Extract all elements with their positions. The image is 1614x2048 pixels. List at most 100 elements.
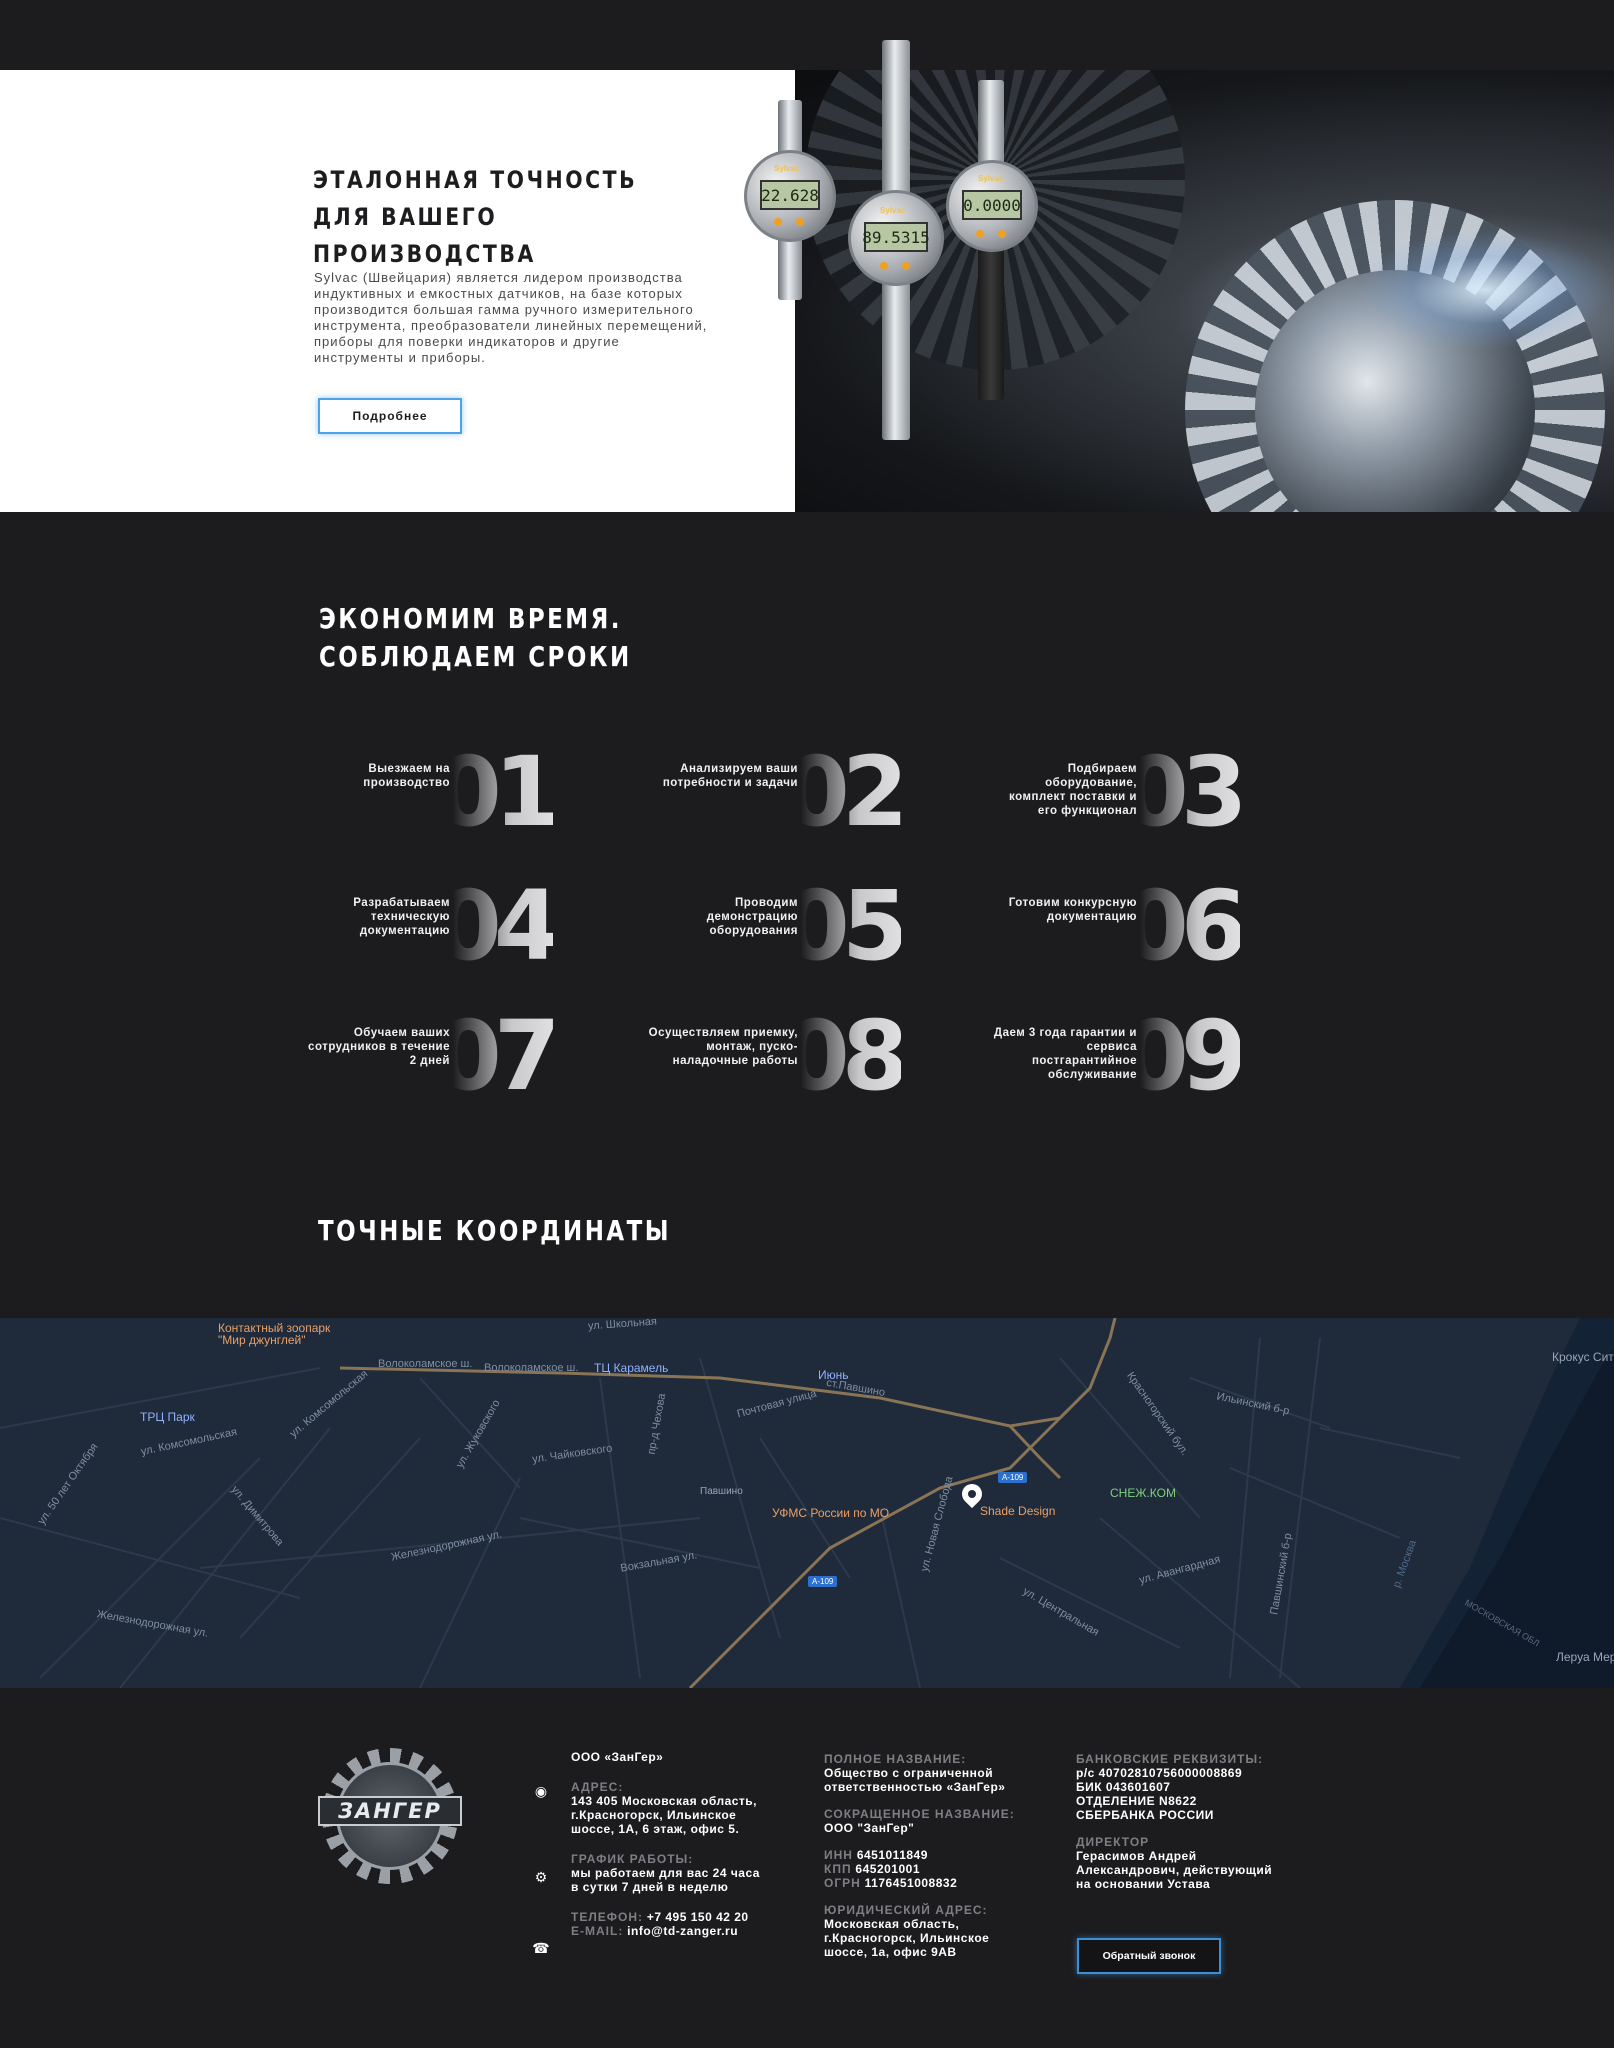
phone-label: ТЕЛЕФОН: (571, 1910, 643, 1924)
step-number: 02 (783, 736, 909, 848)
road-shield: A-109 (998, 1472, 1028, 1483)
location-pin-icon[interactable] (957, 1479, 987, 1512)
address-label: АДРЕС: (571, 1780, 624, 1794)
street-label: Волоколамское ш. (378, 1358, 473, 1370)
indicator-brand: Sylvac (774, 164, 800, 173)
bank-column: БАНКОВСКИЕ РЕКВИЗИТЫ: р/с 40702810756000… (1076, 1752, 1276, 1904)
step-02: 02 Анализируем ваши потребности и задачи (663, 744, 968, 840)
more-button[interactable]: Подробнее (318, 398, 462, 434)
bank-label: БАНКОВСКИЕ РЕКВИЗИТЫ: (1076, 1752, 1264, 1766)
short-name-label: СОКРАЩЕННОЕ НАЗВАНИЕ: (824, 1807, 1015, 1821)
email-label: E-MAIL: (571, 1924, 624, 1938)
step-08: 08 Осуществляем приемку, монтаж, пуско-н… (649, 1008, 968, 1104)
step-number: 01 (435, 736, 561, 848)
digital-indicator-2: Sylvac 89.5315 (840, 40, 950, 460)
step-text: Осуществляем приемку, монтаж, пуско-нала… (648, 1027, 798, 1067)
company-logo[interactable]: ЗАНГЕР (318, 1748, 462, 1884)
kpp-label: КПП (824, 1862, 852, 1876)
phone-value[interactable]: +7 495 150 42 20 (647, 1910, 749, 1924)
indicator-screen: 22.628 (760, 180, 820, 210)
light-flare (1355, 230, 1614, 350)
bank-account: р/с 40702810756000008869 (1076, 1766, 1243, 1780)
step-text: Разрабатываем техническую документацию (353, 897, 450, 937)
schedule-label: ГРАФИК РАБОТЫ: (571, 1852, 694, 1866)
phone-icon: ☎ (532, 1940, 550, 1956)
legal-address-value: Московская область, г.Красногорск, Ильин… (824, 1917, 990, 1959)
indicator-screen: 89.5315 (862, 222, 930, 252)
map-poi-tc-karamel[interactable]: ТЦ Карамель (594, 1361, 668, 1375)
indicator-screen: 0.0000 (962, 190, 1022, 220)
step-number: 05 (783, 870, 909, 982)
step-04: 04 Разрабатываем техническую документаци… (320, 878, 620, 974)
step-09: 09 Даем 3 года гарантии и сервиса постга… (994, 1008, 1307, 1104)
step-number: 06 (1122, 870, 1248, 982)
step-text: Готовим конкурсную документацию (1008, 897, 1137, 923)
full-name-label: ПОЛНОЕ НАЗВАНИЕ: (824, 1752, 967, 1766)
hero-title: ЭТАЛОННАЯ ТОЧНОСТЬ ДЛЯ ВАШЕГО ПРОИЗВОДСТ… (313, 162, 679, 273)
bank-name: СБЕРБАНКА РОССИИ (1076, 1808, 1214, 1822)
step-text: Подбираем оборудование, комплект поставк… (1009, 763, 1137, 817)
email-value[interactable]: info@td-zanger.ru (627, 1924, 738, 1938)
director-value: Герасимов Андрей Александрович, действую… (1076, 1849, 1273, 1891)
director-label: ДИРЕКТОР (1076, 1835, 1150, 1849)
indicator-brand: Sylvac (880, 206, 906, 215)
callback-button[interactable]: Обратный звонок (1077, 1938, 1221, 1974)
digital-indicator-1: Sylvac 22.628 (738, 100, 838, 360)
step-03: 03 Подбираем оборудование, комплект пост… (1007, 744, 1307, 840)
schedule-value: мы работаем для вас 24 часа в сутки 7 дн… (571, 1866, 760, 1894)
address-value: 143 405 Московская область, г.Красногорс… (571, 1794, 757, 1836)
hero-text-panel: ЭТАЛОННАЯ ТОЧНОСТЬ ДЛЯ ВАШЕГО ПРОИЗВОДСТ… (0, 70, 795, 512)
location-icon: ◉ (534, 1783, 548, 1799)
map-poi-pavshino[interactable]: Павшино (700, 1486, 743, 1497)
step-number: 04 (435, 870, 561, 982)
step-number: 09 (1122, 1000, 1248, 1112)
step-07: 07 Обучаем ваших сотрудников в течение 2… (308, 1008, 620, 1104)
footer: ЗАНГЕР ◉ ⚙ ☎ ООО «ЗанГер» АДРЕС: 143 405… (0, 1688, 1614, 2048)
full-name-value: Общество с ограниченной ответственностью… (824, 1766, 1006, 1794)
step-01: 01 Выезжаем на производство (320, 744, 620, 840)
hero-title-line-1: ЭТАЛОННАЯ ТОЧНОСТЬ (313, 166, 638, 194)
legal-column: ПОЛНОЕ НАЗВАНИЕ: Общество с ограниченной… (824, 1752, 1034, 1972)
coords-title: ТОЧНЫЕ КООРДИНАТЫ (318, 1214, 671, 1247)
contacts-column: ООО «ЗанГер» АДРЕС: 143 405 Московская о… (571, 1750, 761, 1938)
ogrn-label: ОГРН (824, 1876, 861, 1890)
street-label: Волоколамское ш. (484, 1362, 579, 1374)
map-poi-shade-design[interactable]: Shade Design (980, 1504, 1055, 1518)
kpp-value: 645201001 (855, 1862, 920, 1876)
hero-description: Sylvac (Швейцария) является лидером прои… (314, 270, 708, 365)
digital-indicator-3: Sylvac 0.0000 (942, 80, 1052, 410)
step-number: 07 (435, 1000, 561, 1112)
steps-title-line-1: ЭКОНОМИМ ВРЕМЯ. (319, 602, 622, 635)
step-number: 08 (783, 1000, 909, 1112)
map-poi-zoo[interactable]: Контактный зоопарк "Мир джунглей" (218, 1322, 338, 1346)
company-name: ООО «ЗанГер» (571, 1750, 664, 1764)
map-poi-trc-park[interactable]: ТРЦ Парк (140, 1410, 195, 1424)
ogrn-value: 1176451008832 (864, 1876, 958, 1890)
step-06: 06 Готовим конкурсную документацию (1007, 878, 1307, 974)
bank-bik: БИК 043601607 (1076, 1780, 1171, 1794)
step-05: 05 Проводим демонстрацию оборудования (668, 878, 968, 974)
map-poi-snezhkom[interactable]: СНЕЖ.КОМ (1110, 1486, 1176, 1500)
step-text: Обучаем ваших сотрудников в течение 2 дн… (308, 1027, 450, 1067)
step-text: Выезжаем на производство (363, 763, 450, 789)
logo-text: ЗАНГЕР (318, 1796, 462, 1826)
gears-icon: ⚙ (534, 1869, 548, 1885)
indicator-brand: Sylvac (978, 174, 1004, 183)
inn-value: 6451011849 (856, 1848, 928, 1862)
step-text: Проводим демонстрацию оборудования (706, 897, 798, 937)
hero-title-line-2: ДЛЯ ВАШЕГО ПРОИЗВОДСТВА (313, 203, 536, 268)
steps-title-line-2: СОБЛЮДАЕМ СРОКИ (319, 640, 632, 673)
road-shield: A-109 (808, 1576, 838, 1587)
legal-address-label: ЮРИДИЧЕСКИЙ АДРЕС: (824, 1903, 988, 1917)
step-number: 03 (1122, 736, 1248, 848)
hero-section: ЭТАЛОННАЯ ТОЧНОСТЬ ДЛЯ ВАШЕГО ПРОИЗВОДСТ… (0, 40, 1614, 512)
steps-title: ЭКОНОМИМ ВРЕМЯ. СОБЛЮДАЕМ СРОКИ (319, 600, 632, 676)
step-text: Даем 3 года гарантии и сервиса постгаран… (993, 1027, 1137, 1081)
short-name-value: ООО "ЗанГер" (824, 1821, 915, 1835)
step-text: Анализируем ваши потребности и задачи (662, 763, 798, 789)
map-poi-leroy[interactable]: Леруа Мер (1556, 1650, 1614, 1664)
inn-label: ИНН (824, 1848, 853, 1862)
map-poi-krokus[interactable]: Крокус Сит (1552, 1350, 1614, 1364)
location-map[interactable]: Контактный зоопарк "Мир джунглей" ТРЦ Па… (0, 1318, 1614, 1688)
map-poi-ufms[interactable]: УФМС России по МО (772, 1506, 889, 1520)
